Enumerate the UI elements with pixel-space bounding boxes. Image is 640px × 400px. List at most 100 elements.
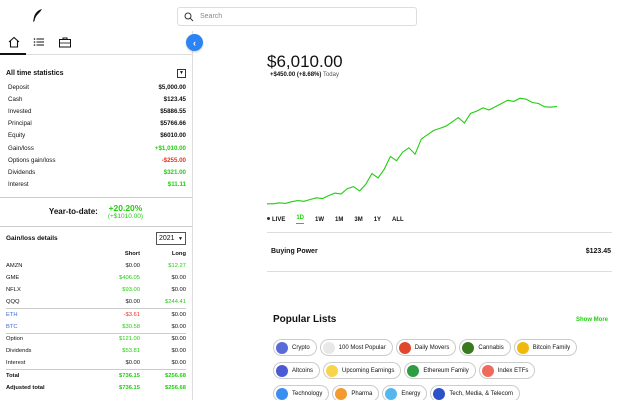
show-more-link[interactable]: Show More [576, 317, 608, 323]
list-pill[interactable]: Upcoming Earnings [323, 362, 402, 379]
list-label: Cannabis [478, 344, 504, 351]
list-pill[interactable]: Crypto [273, 339, 317, 356]
list-pill[interactable]: 100 Most Popular [319, 339, 393, 356]
gain-loss-row: Adjusted total $736.15 $256.68 [6, 382, 186, 394]
range-label: LIVE [272, 216, 286, 223]
ytd-percent: +20.20% [108, 203, 143, 214]
ytd-amount: (+$1010.00) [107, 213, 144, 221]
list-label: Pharma [351, 390, 373, 397]
list-pill[interactable]: Daily Movers [395, 339, 457, 356]
gain-loss-row: NFLX $93.00 $0.00 [6, 284, 186, 296]
list-icon [433, 387, 446, 400]
divider [267, 232, 612, 233]
gain-loss-row: QQQ $0.00 $244.41 [6, 296, 186, 308]
search-bar[interactable]: Search [177, 7, 417, 26]
list-label: Technology [292, 390, 323, 397]
gain-loss-name: Dividends [6, 348, 32, 355]
stat-row: Cash $123.45 [6, 93, 186, 105]
gain-loss-short: $53.81 [122, 348, 140, 355]
stats-dropdown-icon[interactable]: ▼ [177, 68, 186, 78]
range-1y[interactable]: 1Y [374, 217, 381, 223]
list-icon [398, 341, 411, 354]
gain-loss-short: $406.05 [119, 274, 140, 281]
range-label: ALL [392, 216, 404, 223]
range-1m[interactable]: 1M [335, 217, 343, 223]
gain-loss-name: NFLX [6, 287, 21, 294]
list-pill[interactable]: Energy [382, 385, 428, 400]
stat-value: $5886.55 [160, 107, 186, 115]
gain-loss-row: Option $121.00 $0.00 [6, 332, 186, 345]
list-label: Energy [401, 390, 421, 397]
range-live[interactable]: LIVE [267, 217, 285, 223]
home-icon[interactable] [7, 35, 21, 49]
search-input[interactable]: Search [200, 13, 222, 20]
gain-loss-name: ETH [6, 312, 18, 319]
year-select[interactable]: 2021 ▼ [156, 232, 186, 246]
gain-loss-long: $244.41 [165, 299, 186, 306]
gain-loss-long: $0.00 [171, 323, 186, 330]
range-label: 3M [354, 216, 363, 223]
stat-row: Dividends $321.00 [6, 166, 186, 178]
col-short: Short [124, 250, 140, 257]
list-label: Daily Movers [414, 344, 450, 351]
list-pill[interactable]: Tech, Media, & Telecom [430, 385, 520, 400]
gain-loss-long: $256.68 [165, 372, 186, 379]
year-to-date: Year-to-date: +20.20% (+$1010.00) [0, 198, 192, 226]
stat-value: +$1,010.00 [154, 144, 186, 152]
list-icon[interactable] [32, 35, 46, 49]
list-pill[interactable]: Bitcoin Family [513, 339, 578, 356]
col-long: Long [171, 250, 186, 257]
list-pill[interactable]: Index ETFs [478, 362, 536, 379]
stat-label: Gain/loss [8, 144, 34, 152]
collapse-sidebar-button[interactable]: ‹ [186, 34, 203, 51]
list-pill[interactable]: Technology [273, 385, 330, 400]
gain-loss-long: $0.00 [171, 287, 186, 294]
list-pill[interactable]: Cannabis [459, 339, 511, 356]
range-1w[interactable]: 1W [315, 217, 324, 223]
active-tab-indicator [0, 53, 26, 55]
gain-loss-name: GME [6, 274, 20, 281]
stat-row: Invested $5886.55 [6, 105, 186, 117]
portfolio-value: $6,010.00 [267, 52, 343, 71]
briefcase-icon[interactable] [58, 35, 72, 49]
list-pill[interactable]: Altcoins [273, 362, 321, 379]
stat-label: Options gain/loss [8, 156, 56, 164]
range-label: 1D [296, 215, 305, 221]
range-1d[interactable]: 1D [296, 215, 305, 224]
gain-loss-name: Interest [6, 360, 26, 367]
list-label: 100 Most Popular [338, 344, 386, 351]
list-label: Ethereum Family [423, 367, 469, 374]
list-label: Crypto [292, 344, 310, 351]
gain-loss-row: ETH -$3.61 $0.00 [6, 308, 186, 320]
range-all[interactable]: ALL [392, 217, 404, 223]
portfolio-chart[interactable] [267, 96, 557, 206]
gain-loss-row: GME $406.05 $0.00 [6, 272, 186, 284]
stat-value: -$255.00 [161, 156, 186, 164]
buying-power-row[interactable]: Buying Power $123.45 [271, 248, 611, 255]
sidebar: All time statistics ▼ Deposit $5,000.00 Ca… [0, 31, 193, 400]
stat-label: Dividends [8, 168, 36, 176]
portfolio-change: +$450.00 (+8.68%) Today [270, 72, 339, 78]
range-3m[interactable]: 3M [354, 217, 362, 223]
list-pill[interactable]: Pharma [332, 385, 380, 400]
stat-row: Options gain/loss -$255.00 [6, 154, 186, 166]
stat-row: Equity $6010.00 [6, 130, 186, 142]
gain-loss-long: $256.68 [165, 384, 186, 391]
year-select-value: 2021 [159, 235, 175, 243]
range-label: 1Y [373, 216, 382, 223]
gain-loss-name: BTC [6, 323, 18, 330]
list-icon [385, 387, 398, 400]
all-time-statistics: All time statistics ▼ Deposit $5,000.00 Ca… [0, 65, 192, 191]
gain-loss-details: Gain/loss details 2021 ▼ Short Long AMZN… [0, 230, 192, 394]
stat-row: Gain/loss +$1,010.00 [6, 142, 186, 154]
change-label: Today [322, 72, 339, 78]
list-pill[interactable]: Ethereum Family [404, 362, 476, 379]
stat-value: $5766.66 [160, 120, 186, 128]
stat-row: Deposit $5,000.00 [6, 81, 186, 93]
gain-loss-short: $736.15 [119, 384, 140, 391]
list-icon [326, 364, 339, 377]
chevron-left-icon: ‹ [193, 37, 196, 48]
stat-label: Cash [8, 95, 23, 103]
gain-loss-row: AMZN $0.00 $12.27 [6, 260, 186, 272]
gain-loss-short: $0.00 [125, 360, 140, 367]
